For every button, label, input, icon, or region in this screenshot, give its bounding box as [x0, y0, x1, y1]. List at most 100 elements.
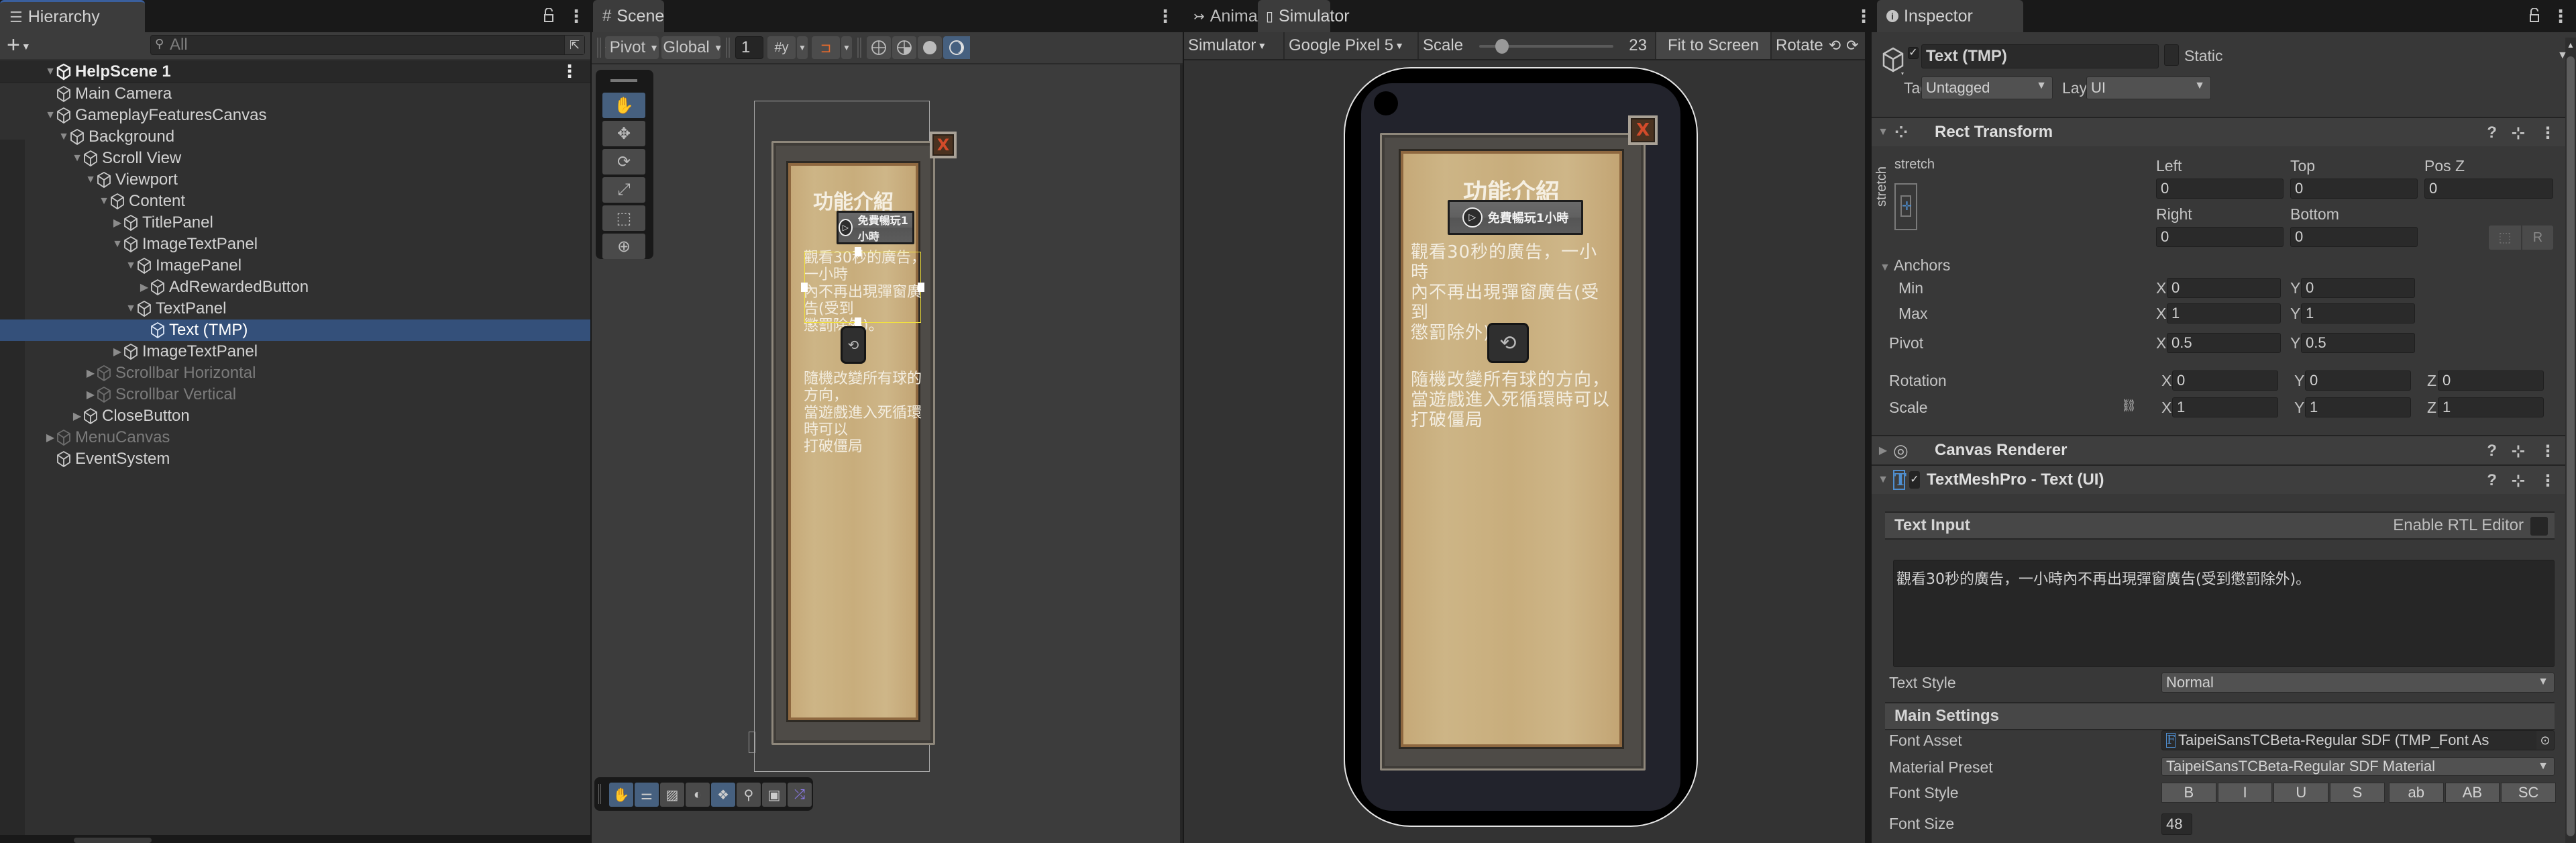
axis-label[interactable]: Z: [2427, 399, 2436, 417]
axis-label[interactable]: Y: [2290, 305, 2300, 323]
axis-label[interactable]: Y: [2290, 279, 2300, 297]
view-tool-button[interactable]: ✋: [609, 783, 633, 807]
axis-label[interactable]: Z: [2427, 372, 2436, 390]
material-preset-dropdown[interactable]: TaipeiSansTCBeta-Regular SDF Material ▼: [2161, 757, 2555, 776]
simulator-mode-dropdown[interactable]: Simulator ▼: [1184, 32, 1285, 59]
scroll-up-icon[interactable]: ▲: [2567, 40, 2575, 50]
tab-scene[interactable]: # Scene: [593, 0, 664, 32]
grid-snap-button[interactable]: #y: [767, 36, 796, 59]
raw-edit-button[interactable]: R: [2522, 226, 2553, 250]
camera-button[interactable]: ▣: [762, 783, 786, 807]
resize-handle-bottom[interactable]: [855, 317, 861, 327]
move-tool-button[interactable]: ✥: [602, 121, 645, 146]
lock-icon[interactable]: [543, 8, 554, 23]
global-dropdown[interactable]: Global ▼: [661, 36, 723, 59]
constrain-proportions-icon[interactable]: ⛓: [2121, 399, 2137, 413]
tab-hierarchy[interactable]: ☰ Hierarchy: [0, 0, 145, 32]
collapse-arrow-icon[interactable]: ▼: [44, 109, 56, 121]
collapse-arrow-icon[interactable]: ▼: [125, 260, 137, 272]
axis-label[interactable]: X: [2156, 279, 2166, 297]
pivot-x-field[interactable]: 0.5: [2167, 333, 2281, 353]
collapse-arrow-icon[interactable]: ▼: [85, 174, 97, 186]
overlay-grip[interactable]: [610, 79, 637, 82]
lighting-toggle-button[interactable]: [943, 36, 970, 59]
preset-icon[interactable]: ⊹: [2512, 471, 2525, 491]
hierarchy-item[interactable]: ▶ MenuCanvas: [0, 427, 590, 448]
rotate-left-icon[interactable]: ⟲: [1829, 37, 1841, 54]
selection-rect-gizmo[interactable]: [804, 252, 921, 323]
collapse-arrow-icon[interactable]: ▼: [125, 303, 137, 315]
canvas-renderer-header[interactable]: ▶ ◎ Canvas Renderer ? ⊹ ⋮: [1872, 435, 2565, 464]
wireframe-shading-button[interactable]: [867, 36, 891, 59]
hierarchy-item[interactable]: ▶ TitlePanel: [0, 212, 590, 234]
collapse-arrow-icon[interactable]: ▼: [71, 152, 83, 164]
help-icon[interactable]: ?: [2487, 442, 2497, 461]
hierarchy-item[interactable]: ▶ CloseButton: [0, 405, 590, 427]
object-name-field[interactable]: Text (TMP): [1921, 44, 2159, 68]
preset-icon[interactable]: ⊹: [2512, 123, 2525, 143]
shuffle-button[interactable]: ⤮: [788, 783, 812, 807]
hierarchy-item[interactable]: EventSystem: [0, 448, 590, 470]
font-style-button[interactable]: I: [2217, 783, 2273, 803]
posz-field[interactable]: 0: [2424, 179, 2553, 199]
hierarchy-item[interactable]: ▶ Scrollbar Horizontal: [0, 362, 590, 384]
device-dropdown[interactable]: Google Pixel 5 ▼: [1285, 32, 1419, 59]
axis-label[interactable]: X: [2161, 372, 2171, 390]
sim-close-button[interactable]: X: [1628, 115, 1658, 145]
expand-arrow-icon[interactable]: ▶: [71, 409, 83, 423]
scale-z-field[interactable]: 1: [2438, 397, 2544, 417]
hierarchy-item[interactable]: ▼ ImageTextPanel: [0, 234, 590, 255]
font-style-button[interactable]: ab: [2388, 783, 2444, 803]
increment-snap-button[interactable]: ⊐: [812, 36, 840, 59]
scene-ad-button[interactable]: ▷ 免費暢玩1小時: [837, 211, 914, 244]
expand-arrow-icon[interactable]: ▶: [111, 345, 123, 358]
add-object-button[interactable]: + ▼: [7, 34, 31, 58]
toolbar-grip[interactable]: [597, 38, 601, 58]
tab-animator[interactable]: ↣ Animator: [1184, 0, 1277, 32]
draw-modes-button[interactable]: ⚌: [635, 783, 659, 807]
hierarchy-search-input[interactable]: ⚲ All ⇱: [150, 35, 585, 55]
object-picker-icon[interactable]: ⊙: [2536, 731, 2554, 750]
resize-handle-right[interactable]: [918, 283, 924, 292]
scrollbar-thumb[interactable]: [2567, 56, 2575, 836]
more-options-icon[interactable]: ⋮: [1855, 7, 1872, 26]
collapse-arrow-icon[interactable]: ▼: [111, 238, 123, 250]
left-field[interactable]: 0: [2156, 179, 2284, 199]
axis-label[interactable]: Y: [2294, 372, 2304, 390]
collapse-arrow-icon[interactable]: ▼: [58, 131, 70, 143]
more-options-icon[interactable]: ⋮: [568, 7, 585, 26]
search-button[interactable]: ⚲: [737, 783, 761, 807]
static-checkbox[interactable]: [2164, 44, 2179, 66]
anchors-foldout[interactable]: ▼ Anchors: [1880, 256, 1950, 275]
bottom-field[interactable]: 0: [2290, 227, 2418, 247]
increment-snap-dropdown[interactable]: ▼: [841, 36, 852, 59]
hierarchy-item[interactable]: ▶ ImageTextPanel: [0, 341, 590, 362]
font-asset-field[interactable]: F TaipeiSansTCBeta-Regular SDF (TMP_Font…: [2161, 730, 2555, 750]
gizmos-button[interactable]: ❖: [711, 783, 735, 807]
expand-arrow-icon[interactable]: ▶: [1877, 444, 1889, 457]
text-style-dropdown[interactable]: Normal ▼: [2161, 673, 2555, 693]
component-enabled-checkbox[interactable]: ✓: [1909, 471, 1920, 489]
transform-tool-button[interactable]: ⊕: [602, 234, 645, 259]
collapse-arrow-icon[interactable]: ▼: [1877, 474, 1889, 486]
more-options-icon[interactable]: ⋮: [1157, 7, 1174, 26]
expand-arrow-icon[interactable]: ▶: [44, 431, 56, 444]
hierarchy-item[interactable]: ▶ AdRewardedButton: [0, 277, 590, 298]
pivot-y-field[interactable]: 0.5: [2301, 333, 2415, 353]
hierarchy-item[interactable]: Main Camera: [0, 83, 590, 105]
rtl-checkbox[interactable]: [2530, 517, 2548, 536]
layer-dropdown[interactable]: UI ▼: [2086, 77, 2211, 99]
resize-handle-top[interactable]: [855, 247, 861, 256]
blueprint-mode-button[interactable]: ⬚: [2489, 226, 2521, 250]
grid-size-input[interactable]: 1: [735, 36, 763, 59]
help-icon[interactable]: ?: [2487, 123, 2497, 143]
active-checkbox[interactable]: ✓: [1908, 47, 1919, 59]
hierarchy-item[interactable]: ▼ Background: [0, 126, 590, 148]
axis-label[interactable]: X: [2156, 305, 2166, 323]
component-menu-icon[interactable]: ⋮: [2540, 123, 2556, 143]
rect-transform-header[interactable]: ▼ ⁘ Rect Transform ? ⊹ ⋮: [1872, 117, 2565, 146]
tab-simulator[interactable]: ▯ Simulator: [1258, 0, 1350, 32]
expand-arrow-icon[interactable]: ▼: [44, 66, 56, 78]
preset-icon[interactable]: ⊹: [2512, 442, 2525, 461]
lighting-button[interactable]: ◐: [686, 783, 710, 807]
